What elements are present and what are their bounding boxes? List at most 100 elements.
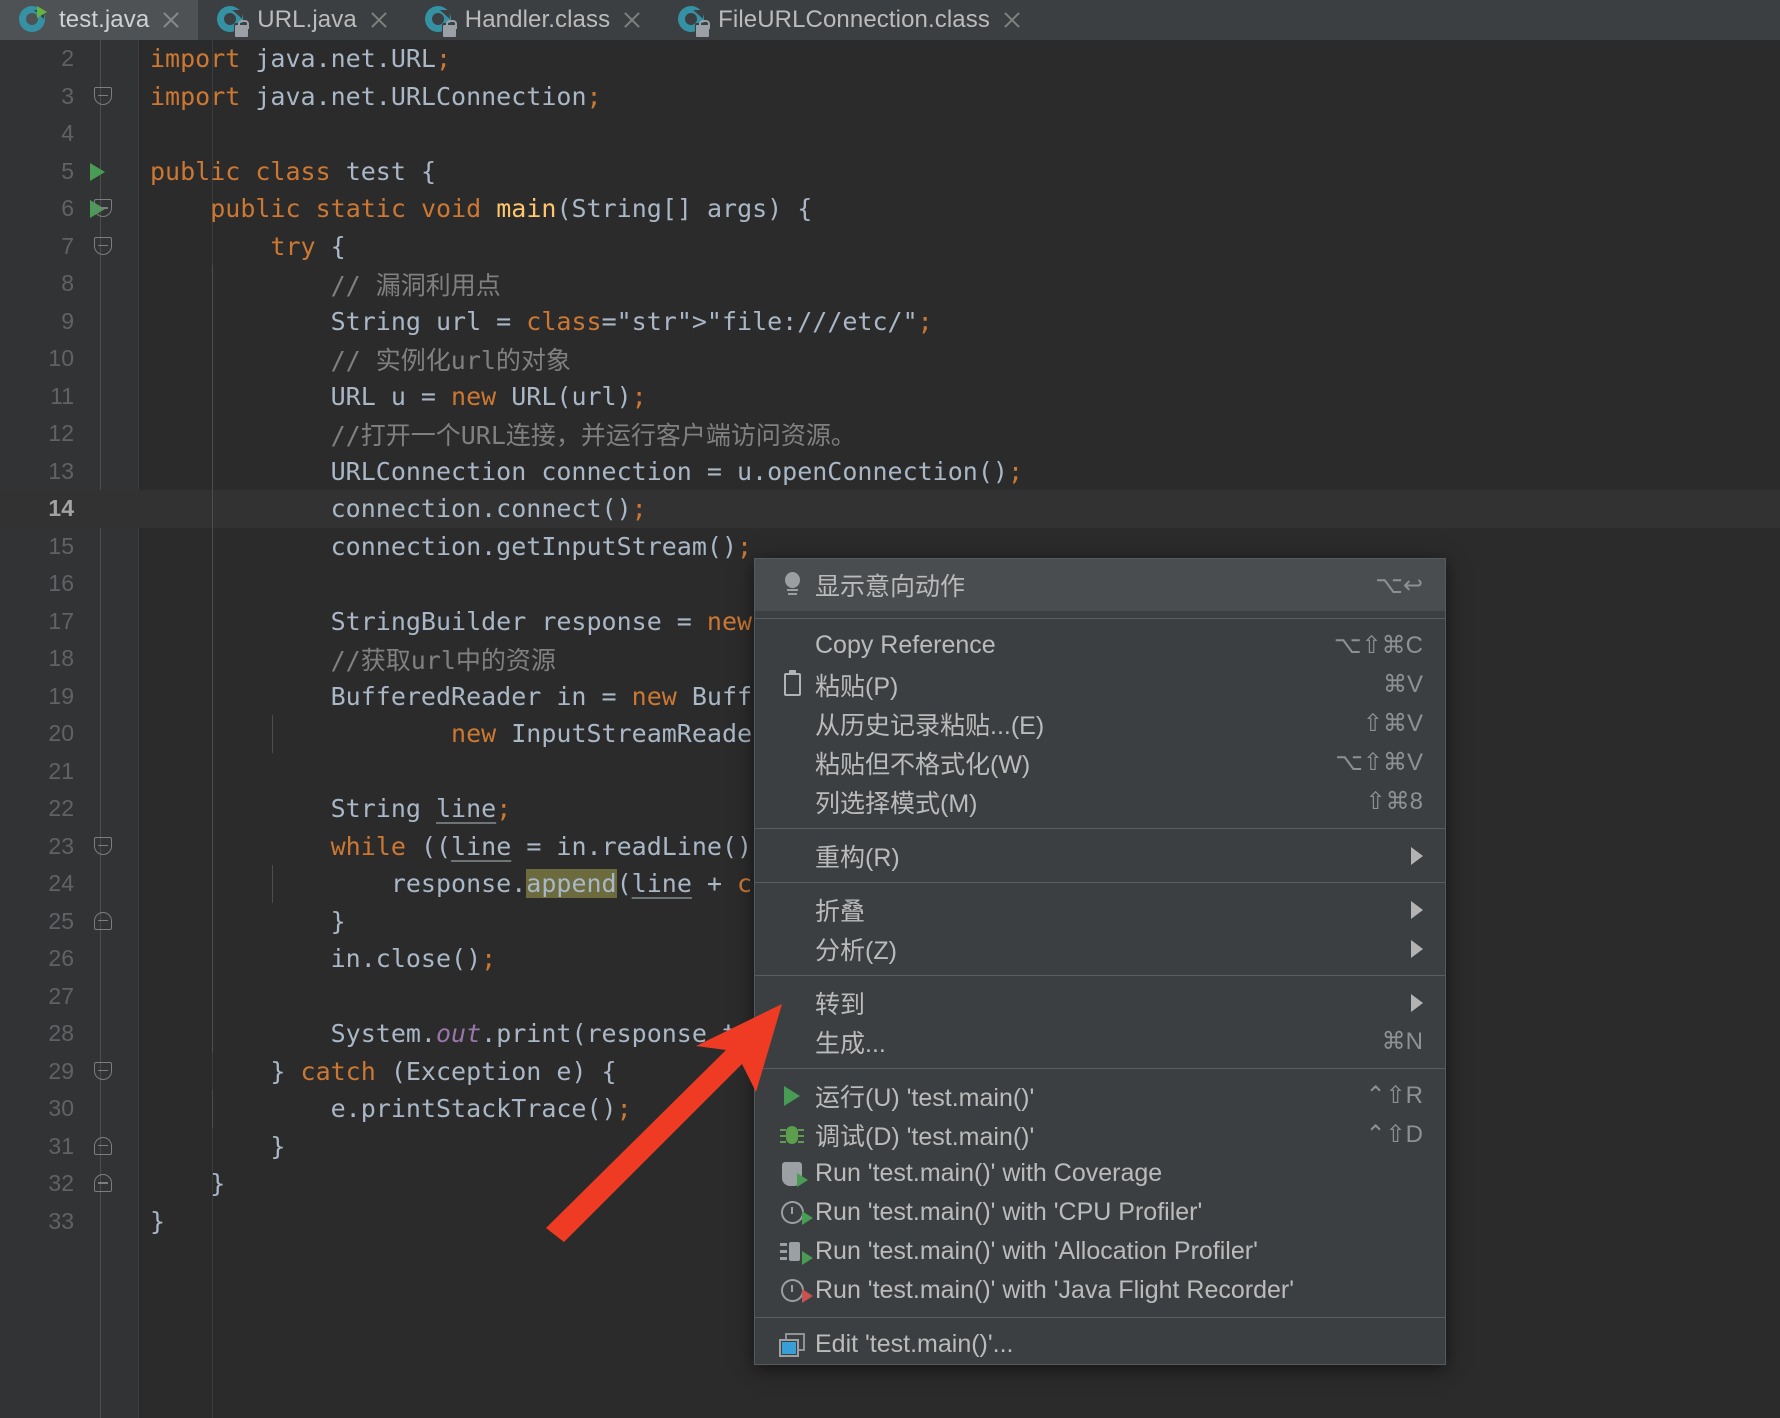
menu-item[interactable]: 从历史记录粘贴...(E) ⇧⌘V [755,704,1445,743]
fold-collapse-icon[interactable] [94,836,112,855]
line-number[interactable]: 15 [0,533,74,560]
editor-tab-test-java[interactable]: test.java [0,0,199,40]
gutter-cell[interactable] [74,715,138,753]
line-number[interactable]: 17 [0,608,74,635]
gutter-cell[interactable] [74,490,138,528]
line-number[interactable]: 8 [0,270,74,297]
code-line[interactable]: 5 public class test { [0,153,1780,191]
close-icon[interactable] [621,9,643,31]
gutter-cell[interactable] [74,1053,138,1091]
line-number[interactable]: 10 [0,345,74,372]
line-number[interactable]: 19 [0,683,74,710]
line-number[interactable]: 5 [0,158,74,185]
line-number[interactable]: 20 [0,720,74,747]
code-line[interactable]: 3 import java.net.URLConnection; [0,78,1780,116]
line-number[interactable]: 3 [0,83,74,110]
code-line[interactable]: 2 import java.net.URL; [0,40,1780,78]
line-number[interactable]: 29 [0,1058,74,1085]
code-line[interactable]: 14 connection.connect(); [0,490,1780,528]
line-number[interactable]: 9 [0,308,74,335]
gutter-cell[interactable] [74,528,138,566]
gutter-cell[interactable] [74,78,138,116]
code-line[interactable]: 12 //打开一个URL连接，并运行客户端访问资源。 [0,415,1780,453]
code-line[interactable]: 11 URL u = new URL(url); [0,377,1780,416]
close-icon[interactable] [1001,9,1023,31]
gutter-cell[interactable] [74,303,138,341]
menu-item[interactable]: 转到 [755,983,1445,1022]
line-number[interactable]: 22 [0,795,74,822]
menu-item[interactable]: 粘贴但不格式化(W) ⌥⇧⌘V [755,743,1445,782]
menu-item[interactable]: Run 'test.main()' with 'Allocation Profi… [755,1232,1445,1271]
code-line[interactable]: 10 // 实例化url的对象 [0,340,1780,378]
line-number[interactable]: 14 [0,495,74,522]
gutter-cell[interactable] [74,340,138,378]
fold-collapse-icon[interactable] [94,911,112,930]
close-icon[interactable] [368,9,390,31]
editor-context-menu[interactable]: 显示意向动作 ⌥↩ Copy Reference ⌥⇧⌘C 粘贴(P) ⌘V 从历史记录粘贴… [754,558,1446,1365]
gutter-cell[interactable] [74,415,138,453]
gutter-cell[interactable] [74,865,138,903]
gutter-cell[interactable] [74,753,138,791]
gutter-cell[interactable] [74,1015,138,1053]
gutter-cell[interactable] [74,640,138,678]
fold-collapse-icon[interactable] [94,86,112,105]
fold-collapse-icon[interactable] [94,1061,112,1080]
gutter-cell[interactable] [74,678,138,716]
fold-collapse-icon[interactable] [94,1136,112,1155]
gutter-cell[interactable] [74,115,138,153]
gutter-cell[interactable] [74,978,138,1016]
menu-item[interactable]: 调试(D) 'test.main()' ⌃⇧D [755,1115,1445,1154]
gutter-cell[interactable] [74,453,138,491]
line-number[interactable]: 13 [0,458,74,485]
menu-item[interactable]: Run 'test.main()' with Coverage [755,1154,1445,1193]
editor-tab-url-java[interactable]: URL.java [198,0,406,40]
line-number[interactable]: 24 [0,870,74,897]
line-number[interactable]: 30 [0,1095,74,1122]
line-number[interactable]: 26 [0,945,74,972]
line-number[interactable]: 25 [0,908,74,935]
fold-collapse-icon[interactable] [94,1174,112,1192]
code-line[interactable]: 8 // 漏洞利用点 [0,265,1780,303]
menu-item[interactable]: 折叠 [755,890,1445,929]
gutter-cell[interactable] [74,828,138,866]
code-line[interactable]: 6 public static void main(String[] args)… [0,190,1780,228]
line-number[interactable]: 2 [0,45,74,72]
gutter-cell[interactable] [74,265,138,303]
gutter-cell[interactable] [74,790,138,828]
menu-item[interactable]: Run 'test.main()' with 'Java Flight Reco… [755,1271,1445,1310]
gutter-cell[interactable] [74,40,138,78]
line-number[interactable]: 27 [0,983,74,1010]
gutter-cell[interactable] [74,603,138,641]
fold-collapse-icon[interactable] [94,236,112,255]
line-number[interactable]: 23 [0,833,74,860]
gutter-cell[interactable] [74,1165,138,1203]
gutter-cell[interactable] [74,1090,138,1128]
gutter-cell[interactable] [74,903,138,941]
menu-item[interactable]: 列选择模式(M) ⇧⌘8 [755,782,1445,821]
menu-item[interactable]: 分析(Z) [755,929,1445,968]
line-number[interactable]: 11 [0,383,74,410]
line-number[interactable]: 32 [0,1170,74,1197]
menu-item[interactable]: 粘贴(P) ⌘V [755,665,1445,704]
line-number[interactable]: 21 [0,758,74,785]
code-line[interactable]: 13 URLConnection connection = u.openConn… [0,452,1780,491]
editor-tab-fileurlconnection-class[interactable]: FileURLConnection.class [659,0,1039,40]
menu-item[interactable]: 显示意向动作 ⌥↩ [755,559,1445,611]
gutter-cell[interactable] [74,190,138,228]
line-number[interactable]: 33 [0,1208,74,1235]
line-number[interactable]: 31 [0,1133,74,1160]
line-number[interactable]: 6 [0,195,74,222]
menu-item[interactable]: 生成... ⌘N [755,1022,1445,1061]
line-number[interactable]: 18 [0,645,74,672]
line-number[interactable]: 7 [0,233,74,260]
code-line[interactable]: 9 String url = class="str">"file:///etc/… [0,302,1780,341]
gutter-cell[interactable] [74,228,138,266]
line-number[interactable]: 16 [0,570,74,597]
gutter-cell[interactable] [74,940,138,978]
menu-item[interactable]: 运行(U) 'test.main()' ⌃⇧R [755,1076,1445,1115]
gutter-cell[interactable] [74,378,138,416]
code-line[interactable]: 7 try { [0,228,1780,266]
gutter-cell[interactable] [74,1128,138,1166]
fold-collapse-icon[interactable] [94,199,112,217]
close-icon[interactable] [160,9,182,31]
